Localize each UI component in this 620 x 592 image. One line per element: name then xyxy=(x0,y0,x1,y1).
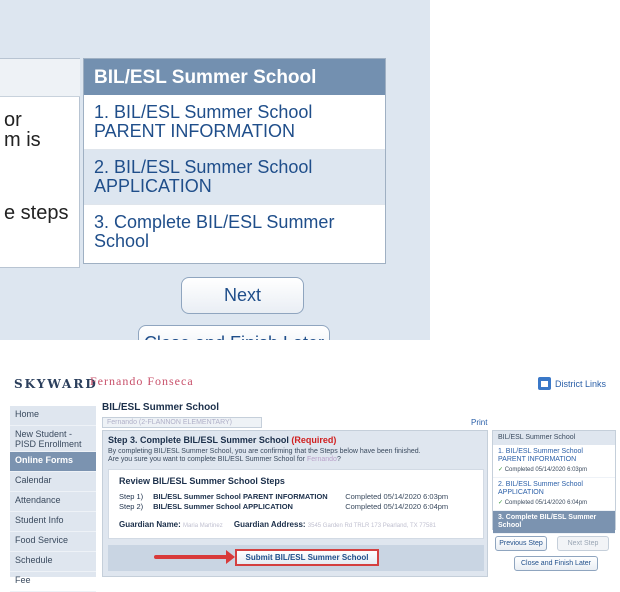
guardian-address-label: Guardian Address: xyxy=(233,520,306,529)
steps-item-completed: ✓ Completed 05/14/2020 6:04pm xyxy=(498,499,610,507)
review-section: Review BIL/ESL Summer School Steps Step … xyxy=(108,469,484,539)
check-icon: ✓ xyxy=(498,467,504,473)
skyward-logo: SKYWARD xyxy=(14,377,98,391)
sidebar-item-new-student[interactable]: New Student - PISD Enrollment xyxy=(10,426,96,452)
step-name: BIL/ESL Summer School APPLICATION xyxy=(153,502,293,511)
district-links-label: District Links xyxy=(554,378,606,389)
confirm-text: By completing BIL/ESL Summer School, you… xyxy=(108,448,484,464)
district-links-link[interactable]: District Links xyxy=(537,377,606,390)
sidebar-item-fee[interactable]: Fee xyxy=(10,572,96,592)
steps-item-2[interactable]: 2. BIL/ESL Summer School APPLICATION ✓ C… xyxy=(493,478,615,511)
guardian-name-value: Maria Martinez xyxy=(183,523,223,529)
close-finish-later-button[interactable]: Close and Finish Later xyxy=(514,556,598,571)
steps-item-1[interactable]: 1. BIL/ESL Summer School PARENT INFORMAT… xyxy=(493,445,615,478)
step-title: Step 3. Complete BIL/ESL Summer School (… xyxy=(108,435,336,445)
steps-panel-zoomed: BIL/ESL Summer School 1. BIL/ESL Summer … xyxy=(83,58,386,264)
next-step-button[interactable]: Next Step xyxy=(557,536,609,551)
zoomed-view: or m is e steps BIL/ESL Summer School 1.… xyxy=(0,0,430,340)
confirm-student-name: Fernando xyxy=(306,456,337,463)
user-name: Fernando Fonseca xyxy=(90,374,194,388)
confirm-question-mark: ? xyxy=(336,456,341,463)
submit-bar: Submit BIL/ESL Summer School xyxy=(108,545,484,571)
guardian-name-label: Guardian Name: xyxy=(119,520,181,529)
step-completed: Completed 05/14/2020 6:04pm xyxy=(345,502,449,511)
steps-title: BIL/ESL Summer School xyxy=(493,431,615,445)
fragment-text-3: e steps xyxy=(4,202,69,224)
submit-button[interactable]: Submit BIL/ESL Summer School xyxy=(235,549,379,566)
confirm-line-2-text: Are you sure you want to complete BIL/ES… xyxy=(108,456,306,463)
required-label: (Required) xyxy=(291,435,337,445)
panel-step-1[interactable]: 1. BIL/ESL Summer School PARENT INFORMAT… xyxy=(84,95,385,150)
step-number: Step 1) xyxy=(119,492,144,501)
sidebar-item-schedule[interactable]: Schedule xyxy=(10,552,96,572)
confirm-line-1: By completing BIL/ESL Summer School, you… xyxy=(108,448,421,455)
check-icon: ✓ xyxy=(498,500,504,506)
steps-item-completed-text: Completed 05/14/2020 6:04pm xyxy=(504,500,588,506)
skyward-screen: SKYWARD Fernando Fonseca District Links … xyxy=(0,360,620,592)
sidebar-item-home[interactable]: Home xyxy=(10,406,96,426)
panel-step-2[interactable]: 2. BIL/ESL Summer School APPLICATION xyxy=(84,150,385,205)
step-completed: Completed 05/14/2020 6:03pm xyxy=(345,492,449,501)
guardian-address-value: 3545 Garden Rd TRLR 173 Pearland, TX 775… xyxy=(307,523,436,529)
panel-title: BIL/ESL Summer School xyxy=(84,59,385,95)
district-icon xyxy=(537,377,551,390)
step-content: Step 3. Complete BIL/ESL Summer School (… xyxy=(102,430,488,577)
next-button[interactable]: Next xyxy=(181,277,304,314)
sidebar-item-calendar[interactable]: Calendar xyxy=(10,472,96,492)
guardian-info: Guardian Name: Maria Martinez Guardian A… xyxy=(119,520,436,529)
review-step-row: Step 2) BIL/ESL Summer School APPLICATIO… xyxy=(119,502,475,511)
review-step-row: Step 1) BIL/ESL Summer School PARENT INF… xyxy=(119,492,475,501)
steps-item-label: 2. BIL/ESL Summer School APPLICATION xyxy=(498,481,583,496)
fragment-text-2: m is xyxy=(4,129,41,151)
steps-item-3[interactable]: 3. Complete BIL/ESL Summer School xyxy=(493,511,615,534)
review-title: Review BIL/ESL Summer School Steps xyxy=(119,476,285,486)
sidebar-item-online-forms[interactable]: Online Forms xyxy=(10,452,96,472)
sidebar-nav: Home New Student - PISD Enrollment Onlin… xyxy=(10,406,96,592)
top-bar: SKYWARD Fernando Fonseca District Links xyxy=(0,360,620,398)
sidebar-item-attendance[interactable]: Attendance xyxy=(10,492,96,512)
sidebar-item-food-service[interactable]: Food Service xyxy=(10,532,96,552)
student-tab[interactable]: Fernando (2-FLANNON ELEMENTARY) xyxy=(102,417,262,428)
left-header-bar xyxy=(0,59,80,97)
step-number: Step 2) xyxy=(119,502,144,511)
confirm-line-2: Are you sure you want to complete BIL/ES… xyxy=(108,456,484,464)
step-name: BIL/ESL Summer School PARENT INFORMATION xyxy=(153,492,328,501)
panel-step-3[interactable]: 3. Complete BIL/ESL Summer School xyxy=(84,205,385,259)
steps-item-label: 1. BIL/ESL Summer School PARENT INFORMAT… xyxy=(498,448,583,463)
close-finish-later-button[interactable]: Close and Finish Later xyxy=(138,325,330,340)
steps-item-completed-text: Completed 05/14/2020 6:03pm xyxy=(504,467,588,473)
steps-item-completed: ✓ Completed 05/14/2020 6:03pm xyxy=(498,466,610,474)
print-link[interactable]: Print xyxy=(471,418,487,427)
sidebar-item-student-info[interactable]: Student Info xyxy=(10,512,96,532)
main-area: BIL/ESL Summer School Fernando (2-FLANNO… xyxy=(98,400,620,577)
previous-step-button[interactable]: Previous Step xyxy=(495,536,547,551)
steps-sidebar: BIL/ESL Summer School 1. BIL/ESL Summer … xyxy=(492,430,616,534)
form-title: BIL/ESL Summer School xyxy=(102,402,220,413)
step-title-text: Step 3. Complete BIL/ESL Summer School xyxy=(108,435,289,445)
left-content-fragment: or m is e steps xyxy=(0,58,80,268)
red-arrow-annotation xyxy=(154,550,235,564)
